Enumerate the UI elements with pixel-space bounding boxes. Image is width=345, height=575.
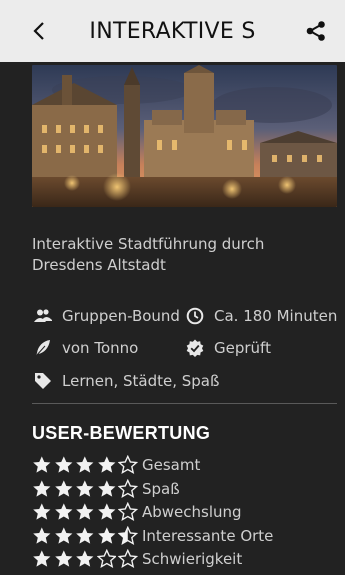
star-filled-icon: [33, 503, 51, 520]
feather-icon: [32, 337, 54, 359]
star-rating: [32, 502, 140, 522]
star-empty-icon: [118, 502, 138, 522]
star-filled-icon: [54, 456, 73, 473]
share-icon: [306, 21, 325, 41]
page-title: INTERAKTIVE S: [89, 18, 256, 44]
duration: Ca. 180 Minuten: [184, 305, 337, 327]
rating-label: Gesamt: [142, 456, 201, 474]
star-filled-icon: [76, 503, 94, 520]
author-label: von Tonno: [62, 339, 139, 357]
star-empty-icon: [118, 455, 138, 475]
duration-label: Ca. 180 Minuten: [214, 307, 338, 325]
verified-label: Geprüft: [214, 339, 271, 357]
star-filled-icon: [33, 526, 51, 544]
verified-badge-icon: [184, 337, 206, 359]
star-empty-icon: [118, 478, 138, 498]
app-header: INTERAKTIVE S: [0, 0, 345, 62]
rating-label: Schwierigkeit: [142, 550, 243, 568]
share-button[interactable]: [299, 14, 333, 48]
rating-row: Interessante Orte: [32, 525, 273, 547]
star-filled-icon: [97, 479, 116, 497]
back-button[interactable]: [22, 14, 56, 48]
star-filled-icon: [97, 526, 116, 544]
star-rating: [32, 478, 140, 499]
group-type: Gruppen-Bound: [32, 305, 184, 327]
ratings-title: USER-BEWERTUNG: [32, 423, 211, 443]
star-filled-icon: [76, 550, 94, 567]
star-filled-icon: [33, 456, 51, 473]
group-icon: [32, 305, 54, 327]
star-half-icon: [118, 525, 138, 545]
divider: [32, 403, 337, 404]
verified-status: Geprüft: [184, 337, 271, 359]
star-filled-icon: [97, 456, 116, 473]
rating-row: Abwechslung: [32, 501, 242, 523]
star-filled-icon: [33, 479, 51, 497]
rating-row: Spaß: [32, 478, 180, 500]
tour-description: Interaktive Stadtführung durch Dresdens …: [32, 235, 265, 274]
star-rating: [32, 549, 140, 569]
tag-icon: [32, 370, 54, 392]
rating-row: Gesamt: [32, 454, 200, 476]
group-type-label: Gruppen-Bound: [62, 307, 180, 325]
star-filled-icon: [54, 479, 73, 497]
rating-row: Schwierigkeit: [32, 548, 242, 570]
star-empty-icon: [96, 549, 117, 569]
clock-icon: [184, 305, 206, 327]
rating-label: Abwechslung: [142, 503, 242, 521]
meta-row-1: Gruppen-Bound Ca. 180 Minuten: [32, 304, 337, 328]
star-rating: [32, 455, 140, 475]
star-filled-icon: [97, 503, 116, 520]
author[interactable]: von Tonno: [32, 337, 184, 359]
star-rating: [32, 525, 140, 546]
tags: Lernen, Städte, Spaß: [32, 370, 219, 392]
star-empty-icon: [118, 549, 138, 569]
star-filled-icon: [76, 456, 94, 473]
star-filled-icon: [76, 479, 94, 497]
tour-hero-image: [32, 65, 337, 207]
meta-row-2: von Tonno Geprüft: [32, 336, 271, 360]
tags-label: Lernen, Städte, Spaß: [62, 372, 220, 390]
meta-row-3: Lernen, Städte, Spaß: [32, 369, 219, 393]
star-filled-icon: [54, 550, 73, 567]
rating-label: Interessante Orte: [142, 526, 274, 545]
star-filled-icon: [54, 526, 73, 544]
star-filled-icon: [33, 550, 51, 567]
star-filled-icon: [54, 503, 73, 520]
rating-label: Spaß: [142, 479, 180, 498]
chevron-left-icon: [33, 22, 44, 40]
star-filled-icon: [76, 526, 94, 544]
